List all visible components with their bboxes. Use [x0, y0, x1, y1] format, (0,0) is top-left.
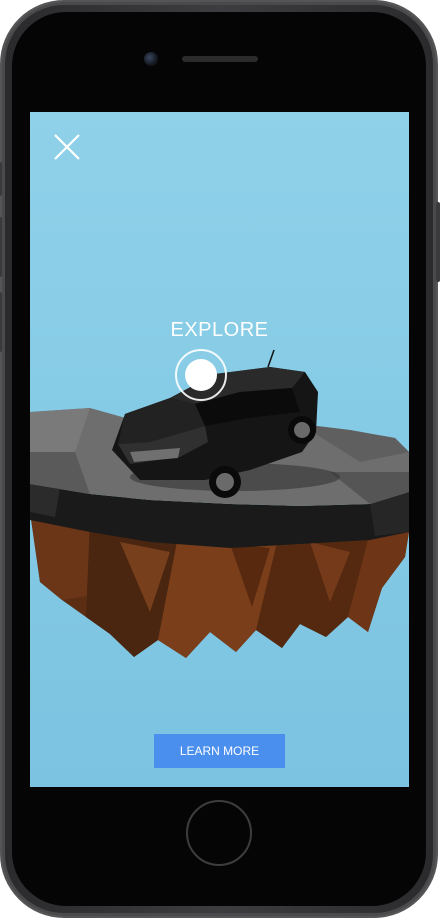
power-button	[436, 202, 440, 282]
explore-hotspot[interactable]	[175, 349, 227, 401]
home-button[interactable]	[186, 800, 252, 866]
earpiece-speaker	[182, 56, 258, 62]
close-button[interactable]	[52, 132, 82, 162]
mute-switch	[0, 162, 2, 196]
explore-hotspot-icon	[185, 359, 217, 391]
island-scene	[30, 349, 409, 658]
learn-more-button[interactable]: LEARN MORE	[154, 734, 285, 768]
close-icon	[54, 134, 80, 160]
volume-up-button	[0, 217, 2, 277]
volume-down-button	[0, 292, 2, 352]
explore-label: EXPLORE	[170, 319, 269, 341]
app-screen: EXPLORE LEARN MORE	[30, 112, 409, 787]
front-camera	[144, 52, 158, 66]
